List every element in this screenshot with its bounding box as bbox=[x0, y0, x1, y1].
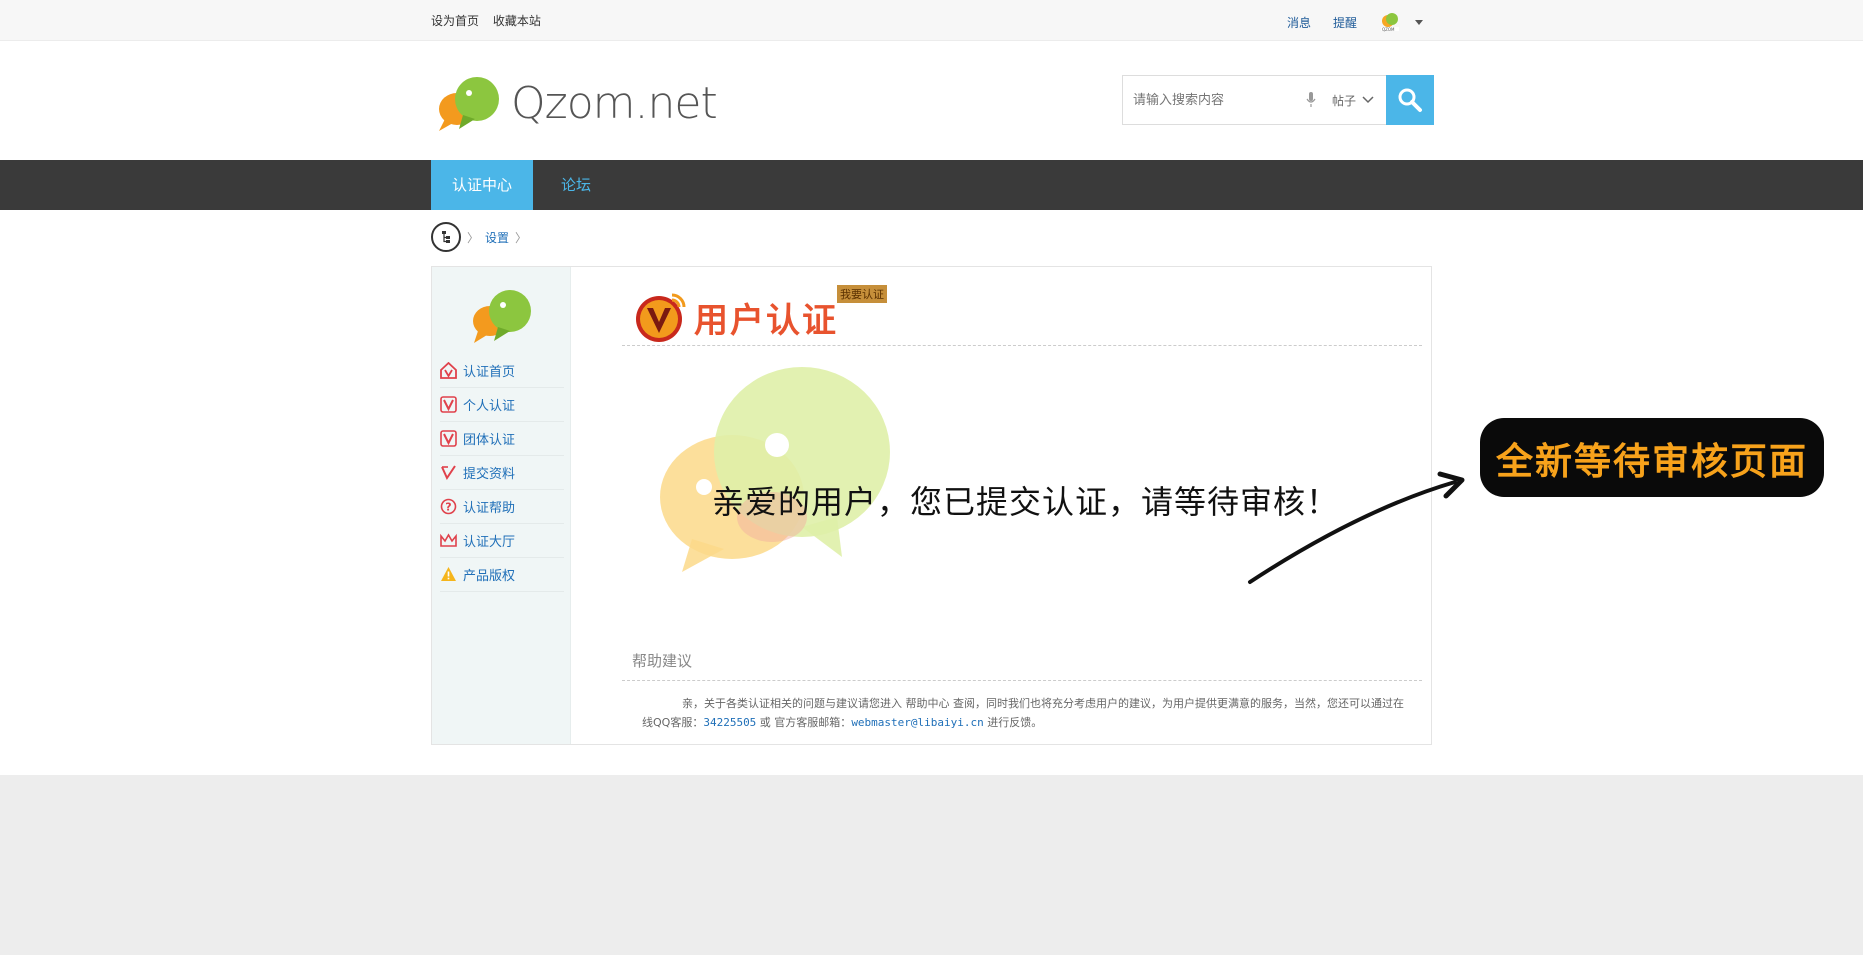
search-box: 帖子 bbox=[1122, 75, 1434, 125]
help-text-end: 进行反馈。 bbox=[983, 716, 1043, 729]
site-logo[interactable]: Qzom.net bbox=[435, 71, 718, 135]
svg-text:QZOM: QZOM bbox=[1382, 27, 1395, 32]
avatar-icon: QZOM bbox=[1381, 13, 1400, 32]
bookmark-link[interactable]: 收藏本站 bbox=[493, 14, 541, 28]
reminders-link[interactable]: 提醒 bbox=[1333, 14, 1357, 31]
search-type-label: 帖子 bbox=[1332, 93, 1357, 108]
breadcrumb: 〉 设置 〉 bbox=[431, 222, 533, 252]
tab-forum[interactable]: 论坛 bbox=[540, 160, 612, 210]
apply-cert-button[interactable]: 我要认证 bbox=[837, 285, 887, 303]
v-box-icon bbox=[440, 396, 457, 413]
breadcrumb-separator: 〉 bbox=[467, 230, 480, 245]
logo-text: Qzom.net bbox=[511, 77, 718, 129]
search-type-select[interactable]: 帖子 bbox=[1332, 92, 1374, 109]
sidebar-item-cert-help[interactable]: ? 认证帮助 bbox=[440, 490, 564, 524]
annotation-callout: 全新等待审核页面 bbox=[1480, 418, 1824, 497]
sidebar-item-label: 团体认证 bbox=[463, 433, 516, 448]
top-bar-left: 设为首页 收藏本站 bbox=[431, 12, 551, 29]
divider bbox=[622, 680, 1422, 681]
sidebar-item-personal-cert[interactable]: 个人认证 bbox=[440, 388, 564, 422]
microphone-icon[interactable] bbox=[1306, 92, 1316, 108]
user-avatar[interactable]: QZOM bbox=[1379, 11, 1401, 33]
user-menu-caret-icon[interactable] bbox=[1415, 19, 1424, 25]
sidebar-item-label: 提交资料 bbox=[463, 467, 516, 482]
set-home-link[interactable]: 设为首页 bbox=[431, 14, 479, 28]
top-bar: 设为首页 收藏本站 消息 提醒 QZOM bbox=[0, 0, 1863, 41]
help-section-title: 帮助建议 bbox=[632, 652, 693, 670]
sidebar-item-submit-docs[interactable]: 提交资料 bbox=[440, 456, 564, 490]
warning-icon bbox=[440, 566, 457, 583]
svg-text:?: ? bbox=[445, 501, 451, 514]
sidebar-item-label: 认证帮助 bbox=[463, 501, 516, 516]
help-text: 亲，关于各类认证相关的问题与建议请您进入 帮助中心 查阅，同时我们也将充分考虑用… bbox=[642, 694, 1412, 732]
page-footer bbox=[0, 775, 1863, 955]
page-title: 用户认证 bbox=[694, 301, 838, 341]
search-icon bbox=[1398, 88, 1422, 112]
help-text-or: 或 官方客服邮箱： bbox=[756, 716, 852, 729]
sidebar-item-label: 认证首页 bbox=[463, 365, 516, 380]
top-bar-right: 消息 提醒 QZOM bbox=[1287, 11, 1424, 33]
verified-v-icon bbox=[632, 289, 688, 345]
sidebar-item-label: 个人认证 bbox=[463, 399, 516, 414]
tab-certification-center[interactable]: 认证中心 bbox=[431, 160, 534, 210]
breadcrumb-settings[interactable]: 设置 bbox=[485, 229, 509, 246]
annotation-label: 全新等待审核页面 bbox=[1496, 439, 1808, 483]
sidebar-item-group-cert[interactable]: 团体认证 bbox=[440, 422, 564, 456]
sidebar-item-cert-hall[interactable]: 认证大厅 bbox=[440, 524, 564, 558]
search-button[interactable] bbox=[1386, 75, 1434, 125]
title-row: 用户认证 我要认证 bbox=[622, 277, 1422, 346]
breadcrumb-separator: 〉 bbox=[515, 230, 528, 245]
sidebar: 认证首页 个人认证 团体认证 提交资料 ? 认证帮助 认证大厅 产品版权 bbox=[432, 267, 571, 744]
sidebar-item-cert-home[interactable]: 认证首页 bbox=[440, 354, 564, 388]
sitemap-icon[interactable] bbox=[431, 222, 461, 252]
crown-icon bbox=[440, 532, 457, 549]
v-box-icon bbox=[440, 430, 457, 447]
sidebar-item-product-copyright[interactable]: 产品版权 bbox=[440, 558, 564, 592]
messages-link[interactable]: 消息 bbox=[1287, 14, 1311, 31]
main-nav: 认证中心 论坛 bbox=[0, 160, 1863, 210]
question-icon: ? bbox=[440, 498, 457, 515]
logo-bubbles-icon bbox=[439, 77, 499, 131]
search-input[interactable] bbox=[1131, 79, 1300, 121]
home-v-icon bbox=[440, 362, 457, 379]
annotation-arrow-icon bbox=[1248, 471, 1465, 584]
v-submit-icon bbox=[440, 464, 457, 481]
sidebar-item-label: 认证大厅 bbox=[463, 535, 516, 550]
sidebar-item-label: 产品版权 bbox=[463, 569, 516, 584]
sidebar-logo-icon bbox=[470, 285, 534, 345]
chevron-down-icon bbox=[1362, 96, 1374, 104]
site-header: Qzom.net 帖子 bbox=[0, 41, 1863, 160]
support-email-link[interactable]: webmaster@libaiyi.cn bbox=[851, 716, 983, 729]
sidebar-menu: 认证首页 个人认证 团体认证 提交资料 ? 认证帮助 认证大厅 产品版权 bbox=[440, 354, 564, 592]
qq-support-link[interactable]: 34225505 bbox=[703, 716, 756, 729]
